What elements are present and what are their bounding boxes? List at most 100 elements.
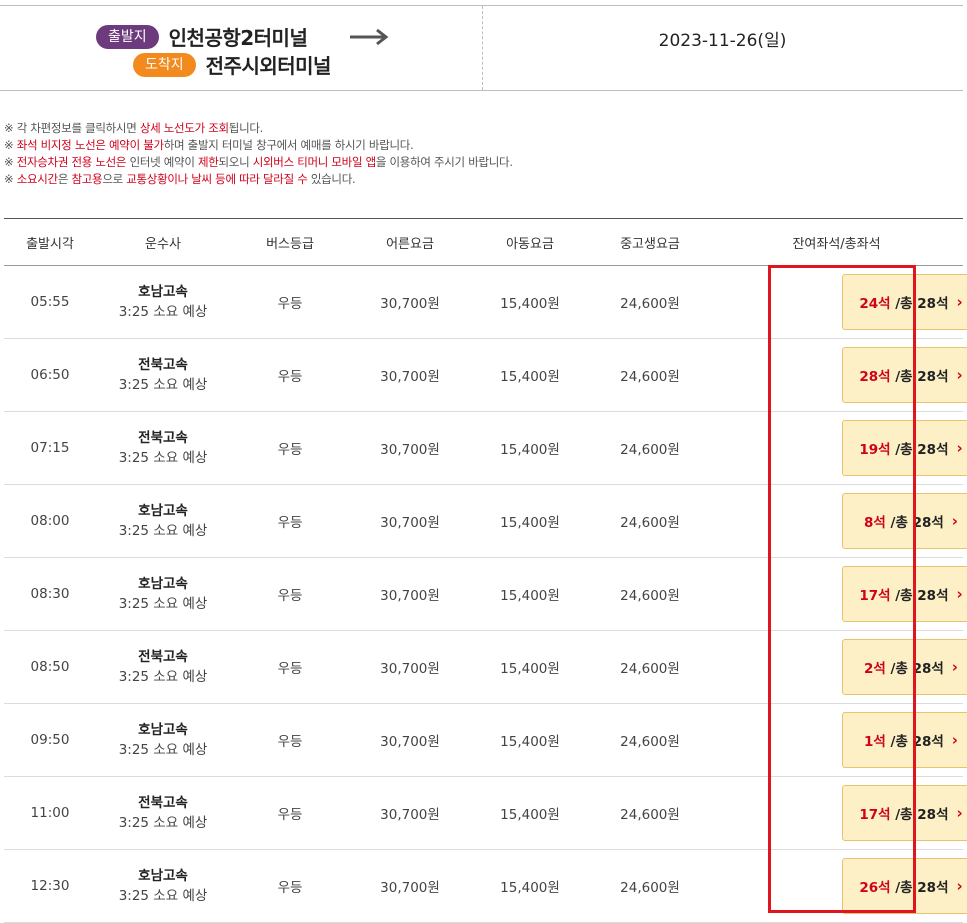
select-seat-button[interactable]: 8석 /총 28석 ›	[842, 493, 967, 549]
bus-grade: 우등	[277, 515, 303, 531]
chevron-right-icon: ›	[956, 585, 963, 603]
departure-time: 11:00	[30, 805, 70, 821]
chevron-right-icon: ›	[951, 512, 958, 530]
notice-emphasis: 소요시간	[16, 172, 58, 186]
seat-cell: 24석 /총 28석 ›	[710, 266, 967, 339]
teen-fare: 24,600원	[620, 807, 680, 823]
travel-duration: 3:25 소요 예상	[118, 304, 208, 320]
travel-duration: 3:25 소요 예상	[118, 669, 208, 685]
bus-grade: 우등	[277, 442, 303, 458]
notice-line: ※ 소요시간은 참고용으로 교통상황이나 날씨 등에 따라 달라질 수 있습니다…	[4, 171, 513, 188]
teen-fare: 24,600원	[620, 369, 680, 385]
bus-grade: 우등	[277, 369, 303, 385]
travel-duration: 3:25 소요 예상	[118, 742, 208, 758]
bus-grade: 우등	[277, 807, 303, 823]
departure-badge: 출발지	[96, 24, 159, 49]
bus-grade: 우등	[277, 661, 303, 677]
notice-text: 인터넷 예약이	[126, 155, 198, 169]
adult-fare: 30,700원	[380, 515, 440, 531]
arrival-badge: 도착지	[133, 52, 196, 77]
notice-list: ※ 각 차편정보를 클릭하시면 상세 노선도가 조회됩니다. ※ 좌석 비지정 노…	[4, 120, 513, 188]
notice-text: ※ 각 차편정보를 클릭하시면	[4, 121, 140, 135]
table-row[interactable]: 09:50 호남고속 3:25 소요 예상 우등 30,700원 15,400원 24,60…	[4, 704, 967, 777]
column-header: 운수사	[96, 218, 230, 266]
remaining-seats: 17석	[859, 588, 891, 604]
total-seats: /총 28석	[890, 807, 949, 823]
chevron-right-icon: ›	[951, 658, 958, 676]
bus-company-cell: 호남고속 3:25 소요 예상	[96, 704, 230, 777]
bus-company: 호남고속	[138, 576, 188, 592]
select-seat-button[interactable]: 19석 /총 28석 ›	[842, 420, 967, 476]
chevron-right-icon: ›	[956, 366, 963, 384]
departure-time: 08:00	[30, 513, 70, 529]
adult-fare: 30,700원	[380, 296, 440, 312]
table-row[interactable]: 07:15 전북고속 3:25 소요 예상 우등 30,700원 15,400원 24,60…	[4, 412, 967, 485]
table-row[interactable]: 08:30 호남고속 3:25 소요 예상 우등 30,700원 15,400원 24,60…	[4, 558, 967, 631]
total-seats: /총 28석	[885, 661, 944, 677]
select-seat-button[interactable]: 2석 /총 28석 ›	[842, 639, 967, 695]
table-row[interactable]: 12:30 호남고속 3:25 소요 예상 우등 30,700원 15,400원 24,60…	[4, 850, 967, 923]
select-seat-button[interactable]: 26석 /총 28석 ›	[842, 858, 967, 914]
bus-grade: 우등	[277, 734, 303, 750]
bus-grade: 우등	[277, 880, 303, 896]
departure-time: 05:55	[30, 294, 70, 310]
chevron-right-icon: ›	[956, 804, 963, 822]
bus-company-cell: 호남고속 3:25 소요 예상	[96, 850, 230, 923]
table-header-row: 출발시각 운수사 버스등급 어른요금 아동요금 중고생요금 잔여좌석/총좌석	[4, 218, 963, 266]
column-header: 어른요금	[350, 218, 470, 266]
adult-fare: 30,700원	[380, 807, 440, 823]
select-seat-button[interactable]: 1석 /총 28석 ›	[842, 712, 967, 768]
departure-row: 출발지 인천공항2터미널	[96, 22, 308, 51]
bus-company-cell: 호남고속 3:25 소요 예상	[96, 485, 230, 558]
seat-cell: 26석 /총 28석 ›	[710, 850, 967, 923]
bus-company: 호남고속	[138, 503, 188, 519]
notice-emphasis: 상세 노선도가 조회	[139, 121, 229, 135]
seat-cell: 17석 /총 28석 ›	[710, 558, 967, 631]
total-seats: /총 28석	[890, 296, 949, 312]
select-seat-button[interactable]: 28석 /총 28석 ›	[842, 347, 967, 403]
seat-cell: 17석 /총 28석 ›	[710, 777, 967, 850]
select-seat-button[interactable]: 17석 /총 28석 ›	[842, 566, 967, 622]
adult-fare: 30,700원	[380, 734, 440, 750]
departure-terminal: 인천공항2터미널	[168, 26, 308, 50]
travel-duration: 3:25 소요 예상	[118, 450, 208, 466]
notice-line: ※ 전자승차권 전용 노선은 인터넷 예약이 제한되오니 시외버스 티머니 모바…	[4, 154, 513, 171]
table-row[interactable]: 08:00 호남고속 3:25 소요 예상 우등 30,700원 15,400원 24,60…	[4, 485, 967, 558]
remaining-seats: 17석	[859, 807, 891, 823]
table-row[interactable]: 06:50 전북고속 3:25 소요 예상 우등 30,700원 15,400원 24,60…	[4, 339, 967, 412]
seat-cell: 19석 /총 28석 ›	[710, 412, 967, 485]
departure-time: 07:15	[30, 440, 70, 456]
table-row[interactable]: 08:50 전북고속 3:25 소요 예상 우등 30,700원 15,400원 24,60…	[4, 631, 967, 704]
child-fare: 15,400원	[500, 661, 560, 677]
notice-text: 으로	[102, 172, 127, 186]
notice-text: ※	[4, 155, 17, 169]
route-header: 출발지 인천공항2터미널 도착지 전주시외터미널 2023-11-26(일)	[0, 5, 963, 91]
notice-line: ※ 좌석 비지정 노선은 예약이 불가하며 출발지 터미널 창구에서 예매를 하…	[4, 137, 513, 154]
notice-emphasis: 제한	[197, 155, 219, 169]
bus-company-cell: 전북고속 3:25 소요 예상	[96, 412, 230, 485]
remaining-seats: 8석	[864, 515, 886, 531]
chevron-right-icon: ›	[951, 731, 958, 749]
travel-duration: 3:25 소요 예상	[118, 377, 208, 393]
bus-company-cell: 전북고속 3:25 소요 예상	[96, 339, 230, 412]
notice-emphasis: 전자승차권 전용 노선은	[16, 155, 127, 169]
column-header: 중고생요금	[590, 218, 710, 266]
adult-fare: 30,700원	[380, 442, 440, 458]
chevron-right-icon: ›	[956, 439, 963, 457]
bus-schedule-table: 출발시각 운수사 버스등급 어른요금 아동요금 중고생요금 잔여좌석/총좌석 05:55 호남…	[4, 218, 967, 923]
remaining-seats: 28석	[859, 369, 891, 385]
child-fare: 15,400원	[500, 588, 560, 604]
total-seats: /총 28석	[890, 588, 949, 604]
notice-emphasis: 좌석 비지정 노선은 예약이 불가	[16, 138, 164, 152]
bus-company-cell: 전북고속 3:25 소요 예상	[96, 777, 230, 850]
total-seats: /총 28석	[885, 734, 944, 750]
table-row[interactable]: 05:55 호남고속 3:25 소요 예상 우등 30,700원 15,400원 24,60…	[4, 266, 967, 339]
select-seat-button[interactable]: 17석 /총 28석 ›	[842, 785, 967, 841]
table-row[interactable]: 11:00 전북고속 3:25 소요 예상 우등 30,700원 15,400원 24,60…	[4, 777, 967, 850]
chevron-right-icon: ›	[956, 877, 963, 895]
total-seats: /총 28석	[890, 880, 949, 896]
bus-company-cell: 전북고속 3:25 소요 예상	[96, 631, 230, 704]
select-seat-button[interactable]: 24석 /총 28석 ›	[842, 274, 967, 330]
column-header: 버스등급	[230, 218, 350, 266]
notice-text: 있습니다.	[307, 172, 356, 186]
